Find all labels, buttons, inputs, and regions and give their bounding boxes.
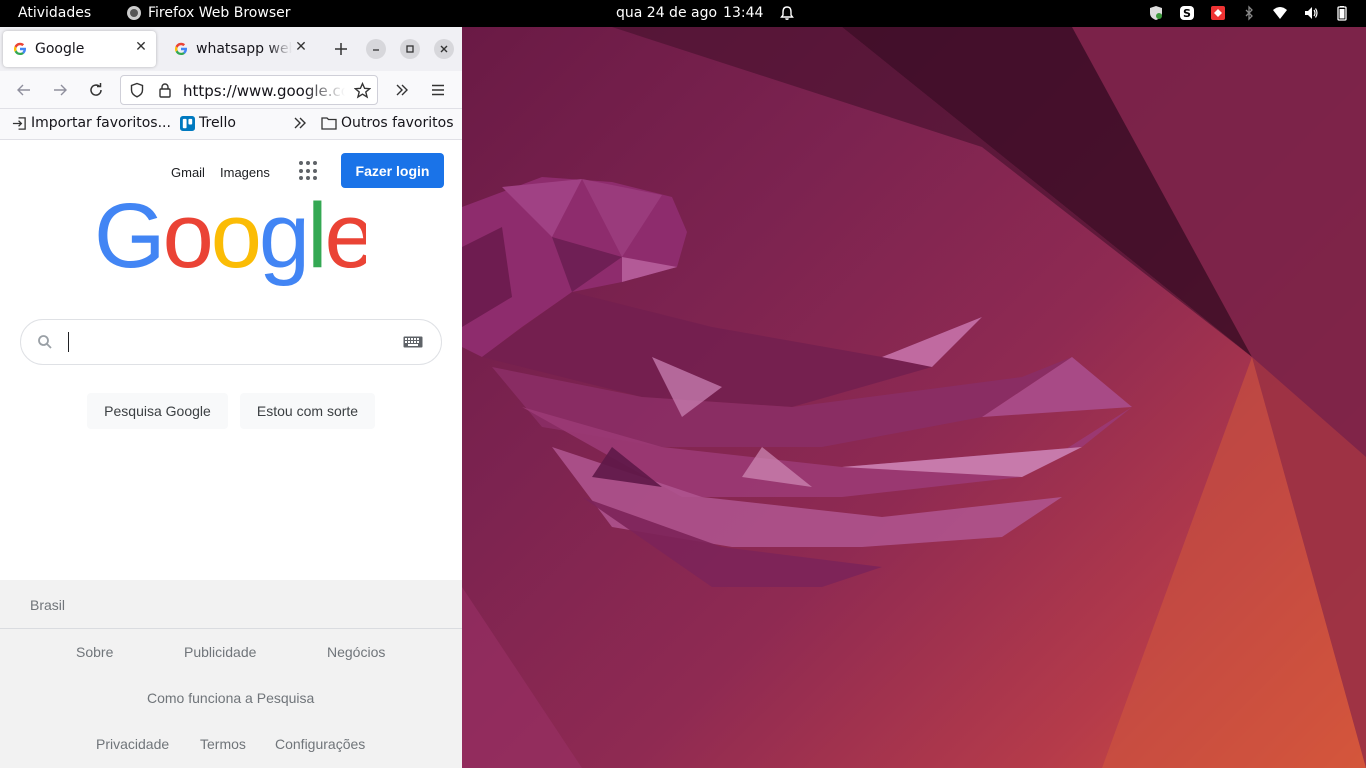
forward-button[interactable] <box>50 80 70 100</box>
bookmark-import[interactable]: Importar favoritos... <box>12 115 171 131</box>
desktop-wallpaper <box>462 27 1366 768</box>
footer-link-how-search-works[interactable]: Como funciona a Pesquisa <box>147 690 314 706</box>
footer-country: Brasil <box>30 597 66 613</box>
bookmarks-overflow-button[interactable] <box>292 115 308 131</box>
wifi-icon[interactable] <box>1271 4 1288 21</box>
folder-icon <box>321 117 337 130</box>
skype-icon[interactable]: S <box>1178 4 1195 21</box>
activities-button[interactable]: Atividades <box>18 5 91 21</box>
back-button[interactable] <box>14 80 34 100</box>
hamburger-menu-button[interactable] <box>428 80 448 100</box>
bell-icon <box>780 6 795 20</box>
volume-icon[interactable] <box>1302 4 1319 21</box>
reload-icon <box>90 83 102 96</box>
new-tab-button[interactable] <box>331 39 351 59</box>
footer-link-business[interactable]: Negócios <box>327 644 385 660</box>
url-text[interactable]: https://www.google.com <box>183 82 345 100</box>
date-text: qua 24 de ago <box>616 5 718 21</box>
footer-divider <box>0 628 462 629</box>
trello-icon <box>180 115 195 131</box>
battery-icon[interactable] <box>1333 4 1350 21</box>
svg-text:S: S <box>1183 7 1191 20</box>
footer-link-privacy[interactable]: Privacidade <box>96 736 169 752</box>
footer-link-terms[interactable]: Termos <box>200 736 246 752</box>
tracking-protection-shield-icon[interactable] <box>129 82 145 98</box>
top-bar: Atividades Firefox Web Browser qua 24 de… <box>0 0 1366 27</box>
navigation-toolbar: https://www.google.com <box>0 71 462 109</box>
login-button[interactable]: Fazer login <box>341 153 444 188</box>
bookmark-label: Importar favoritos... <box>31 115 171 131</box>
google-apps-icon[interactable] <box>299 161 319 181</box>
footer-link-settings[interactable]: Configurações <box>275 736 365 752</box>
arrow-right-icon <box>54 84 67 96</box>
google-icon <box>175 42 187 55</box>
text-cursor <box>68 332 69 352</box>
close-icon <box>440 45 448 53</box>
plus-icon <box>335 43 347 55</box>
time-text: 13:44 <box>723 5 764 21</box>
hamburger-icon <box>432 84 444 96</box>
jellyfish-wallpaper-art <box>462 27 1366 768</box>
app-name: Firefox Web Browser <box>148 5 291 21</box>
reload-button[interactable] <box>86 80 106 100</box>
bookmark-label: Trello <box>199 115 236 131</box>
search-box[interactable] <box>20 319 442 365</box>
gmail-link[interactable]: Gmail <box>171 165 205 180</box>
google-icon <box>14 42 26 55</box>
url-bar[interactable]: https://www.google.com <box>120 75 378 105</box>
bookmark-label: Outros favoritos <box>341 115 454 131</box>
search-icon <box>38 335 52 349</box>
footer-link-advertising[interactable]: Publicidade <box>184 644 256 660</box>
arrow-left-icon <box>17 84 30 96</box>
firefox-window: Google ✕ whatsapp web ✕ https://www.goog… <box>0 27 462 768</box>
bluetooth-icon[interactable] <box>1240 4 1257 21</box>
anydesk-icon[interactable] <box>1209 4 1226 21</box>
bookmarks-toolbar: Importar favoritos... Trello Outros favo… <box>0 109 462 140</box>
svg-text:Google: Google <box>94 197 366 287</box>
clock[interactable]: qua 24 de ago 13:44 <box>616 5 795 21</box>
maximize-icon <box>406 45 414 53</box>
tab-title: Google <box>35 41 85 57</box>
minimize-button[interactable] <box>366 39 386 59</box>
double-chevron-right-icon <box>294 117 306 129</box>
tab-whatsapp-web[interactable]: whatsapp web ✕ <box>164 31 316 67</box>
google-logo: Google <box>94 197 366 287</box>
tab-strip: Google ✕ whatsapp web ✕ <box>0 27 462 71</box>
lock-icon[interactable] <box>157 82 173 98</box>
tab-title: whatsapp web <box>196 41 292 57</box>
overflow-menu-button[interactable] <box>392 80 412 100</box>
tab-close-icon[interactable]: ✕ <box>134 40 148 54</box>
shield-icon[interactable] <box>1147 4 1164 21</box>
google-homepage: Gmail Imagens Fazer login Google Pesquis… <box>0 141 462 768</box>
bookmark-other-folder[interactable]: Outros favoritos <box>321 115 454 131</box>
tab-close-icon[interactable]: ✕ <box>294 40 308 54</box>
google-search-button[interactable]: Pesquisa Google <box>87 393 228 429</box>
firefox-icon <box>127 6 141 20</box>
import-icon <box>12 116 26 130</box>
tab-google[interactable]: Google ✕ <box>3 31 156 67</box>
minimize-icon <box>373 49 379 51</box>
footer-link-about[interactable]: Sobre <box>76 644 113 660</box>
keyboard-icon[interactable] <box>403 336 423 348</box>
bookmark-trello[interactable]: Trello <box>180 115 236 131</box>
feeling-lucky-button[interactable]: Estou com sorte <box>240 393 375 429</box>
double-chevron-right-icon <box>396 84 408 96</box>
close-window-button[interactable] <box>434 39 454 59</box>
system-tray[interactable]: S <box>1147 4 1350 21</box>
images-link[interactable]: Imagens <box>220 165 270 180</box>
footer: Brasil Sobre Publicidade Negócios Como f… <box>0 580 462 768</box>
maximize-button[interactable] <box>400 39 420 59</box>
app-menu[interactable]: Firefox Web Browser <box>126 5 291 21</box>
star-bookmark-icon[interactable] <box>354 82 371 99</box>
